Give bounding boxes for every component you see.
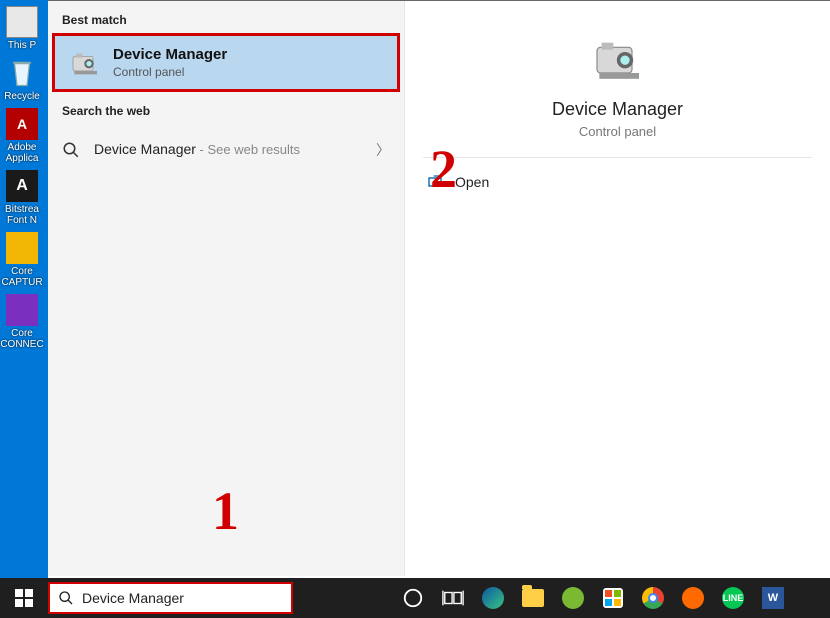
desktop-icon-label: Adobe Applica	[0, 142, 46, 164]
best-match-header: Best match	[48, 1, 404, 33]
line-icon: LINE	[722, 587, 744, 609]
web-search-result[interactable]: Device Manager - See web results 〉	[48, 128, 404, 172]
chrome-icon	[642, 587, 664, 609]
task-view-icon	[442, 587, 464, 609]
taskbar-app-file-explorer[interactable]	[513, 578, 553, 618]
corel-capture-icon	[6, 232, 38, 264]
annotation-step-1: 1	[212, 480, 239, 542]
best-match-subtitle: Control panel	[113, 65, 227, 79]
taskbar-app-word[interactable]: W	[753, 578, 793, 618]
start-button[interactable]	[0, 578, 48, 618]
taskbar-app-orange[interactable]	[673, 578, 713, 618]
device-manager-icon	[69, 47, 101, 79]
font-icon: A	[6, 170, 38, 202]
folder-icon	[522, 589, 544, 607]
desktop-icon-label: This P	[0, 40, 46, 51]
taskbar-app-line[interactable]: LINE	[713, 578, 753, 618]
start-search-panel: Best match Device Manager Control panel …	[48, 0, 830, 576]
desktop-icon-this-pc[interactable]: This P	[0, 6, 44, 51]
orange-circle-icon	[682, 587, 704, 609]
preview-header: Device Manager Control panel	[423, 1, 812, 158]
taskbar-app-ms-store[interactable]	[593, 578, 633, 618]
edge-icon	[482, 587, 504, 609]
taskbar-search-box[interactable]	[48, 582, 293, 614]
search-icon	[58, 590, 74, 606]
green-circle-icon	[562, 587, 584, 609]
best-match-title: Device Manager	[113, 46, 227, 63]
preview-open-action[interactable]: Open	[405, 158, 830, 206]
taskbar-spacer	[293, 578, 393, 618]
web-result-title: Device Manager	[94, 141, 196, 157]
desktop-icon-label: Bitstrea Font N	[0, 204, 46, 226]
annotation-step-2: 2	[430, 138, 457, 200]
desktop-icon-adobe[interactable]: A Adobe Applica	[0, 108, 44, 164]
corel-connect-icon	[6, 294, 38, 326]
desktop-icon-corel-connect[interactable]: Core CONNEC	[0, 294, 44, 350]
preview-subtitle: Control panel	[579, 124, 656, 139]
taskbar-app-green[interactable]	[553, 578, 593, 618]
cortana-icon	[402, 587, 424, 609]
windows-icon	[15, 589, 33, 607]
chevron-right-icon[interactable]: 〉	[376, 140, 390, 160]
preview-title: Device Manager	[552, 99, 683, 120]
desktop-icon-label: Core CONNEC	[0, 328, 46, 350]
taskbar-app-chrome[interactable]	[633, 578, 673, 618]
task-view-button[interactable]	[433, 578, 473, 618]
search-web-header: Search the web	[48, 92, 404, 124]
search-icon	[62, 141, 80, 159]
desktop-icon-label: Core CAPTUR	[0, 266, 46, 288]
open-label: Open	[455, 174, 489, 190]
best-match-text: Device Manager Control panel	[113, 46, 227, 79]
device-manager-icon	[590, 31, 646, 87]
web-result-subtitle: - See web results	[196, 142, 300, 157]
adobe-icon: A	[6, 108, 38, 140]
desktop-icon-corel-capture[interactable]: Core CAPTUR	[0, 232, 44, 288]
desktop-icon-label: Recycle	[0, 91, 46, 102]
ms-store-icon	[603, 588, 623, 608]
taskbar: LINE W	[0, 578, 830, 618]
word-icon: W	[762, 587, 784, 609]
desktop-background: This P Recycle A Adobe Applica A Bitstre…	[0, 0, 48, 578]
search-input[interactable]	[82, 590, 283, 606]
desktop-icon-recycle-bin[interactable]: Recycle	[0, 57, 44, 102]
best-match-item[interactable]: Device Manager Control panel	[52, 33, 400, 92]
cortana-button[interactable]	[393, 578, 433, 618]
taskbar-app-edge[interactable]	[473, 578, 513, 618]
recycle-bin-icon	[6, 57, 38, 89]
desktop-icon-bitstream[interactable]: A Bitstrea Font N	[0, 170, 44, 226]
search-preview-column: Device Manager Control panel Open	[404, 1, 830, 576]
this-pc-icon	[6, 6, 38, 38]
